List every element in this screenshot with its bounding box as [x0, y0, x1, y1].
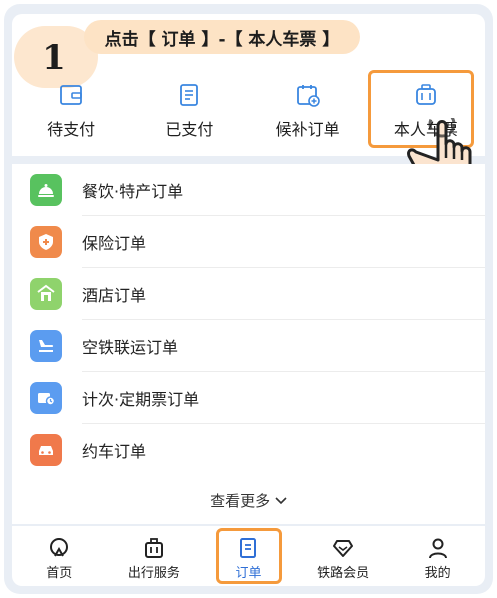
- nav-travel-services[interactable]: 出行服务: [107, 526, 202, 586]
- view-more-button[interactable]: 查看更多: [12, 490, 485, 511]
- list-item-ride-orders[interactable]: 约车订单: [12, 424, 485, 476]
- receipt-icon: [174, 80, 204, 110]
- nav-label: 订单: [235, 566, 262, 581]
- view-more-label: 查看更多: [210, 492, 271, 510]
- list-item-label: 餐饮·特产订单: [82, 182, 184, 201]
- nav-home[interactable]: 首页: [12, 526, 107, 586]
- chevron-down-icon: [275, 492, 287, 510]
- list-item-label: 酒店订单: [82, 286, 147, 305]
- plane-train-icon: [30, 330, 62, 362]
- list-item-air-rail-orders[interactable]: 空铁联运订单: [12, 320, 485, 372]
- tab-label: 已支付: [165, 120, 214, 139]
- home-icon: [47, 536, 71, 560]
- car-icon: [30, 434, 62, 466]
- bottom-navigation: 首页 出行服务 订单 铁路会员 我的: [12, 526, 485, 586]
- person-icon: [426, 536, 450, 560]
- nav-label: 出行服务: [127, 566, 180, 581]
- wallet-icon: [56, 80, 86, 110]
- list-item-food-orders[interactable]: 餐饮·特产订单: [12, 164, 485, 216]
- suitcase-icon: [411, 80, 441, 110]
- diamond-icon: [331, 536, 355, 560]
- tab-pending-payment[interactable]: 待支付: [12, 76, 130, 146]
- tab-waitlist-orders[interactable]: 候补订单: [249, 76, 367, 146]
- list-item-label: 保险订单: [82, 234, 147, 253]
- order-doc-icon: [236, 536, 260, 560]
- calendar-plus-icon: [293, 80, 323, 110]
- list-item-insurance-orders[interactable]: 保险订单: [12, 216, 485, 268]
- other-orders-list: 餐饮·特产订单 保险订单 酒店订单 空铁联运订单 计次·定期票订单 约车订单 查…: [12, 164, 485, 524]
- nav-label: 铁路会员: [317, 566, 370, 581]
- list-item-label: 空铁联运订单: [82, 338, 179, 357]
- nav-label: 首页: [46, 566, 73, 581]
- hotel-icon: [30, 278, 62, 310]
- tab-label: 待支付: [47, 120, 96, 139]
- list-item-label: 约车订单: [82, 442, 147, 461]
- list-item-label: 计次·定期票订单: [82, 390, 200, 409]
- ticket-clock-icon: [30, 382, 62, 414]
- luggage-icon: [142, 536, 166, 560]
- nav-label: 我的: [424, 566, 451, 581]
- nav-orders[interactable]: 订单: [201, 526, 296, 586]
- tab-label: 候补订单: [275, 120, 340, 139]
- list-item-hotel-orders[interactable]: 酒店订单: [12, 268, 485, 320]
- nav-railway-member[interactable]: 铁路会员: [296, 526, 391, 586]
- bell-dish-icon: [30, 174, 62, 206]
- step-instruction: 点击【 订单 】-【 本人车票 】: [84, 20, 360, 54]
- list-item-pass-ticket-orders[interactable]: 计次·定期票订单: [12, 372, 485, 424]
- tab-paid[interactable]: 已支付: [130, 76, 248, 146]
- nav-me[interactable]: 我的: [390, 526, 485, 586]
- shield-plus-icon: [30, 226, 62, 258]
